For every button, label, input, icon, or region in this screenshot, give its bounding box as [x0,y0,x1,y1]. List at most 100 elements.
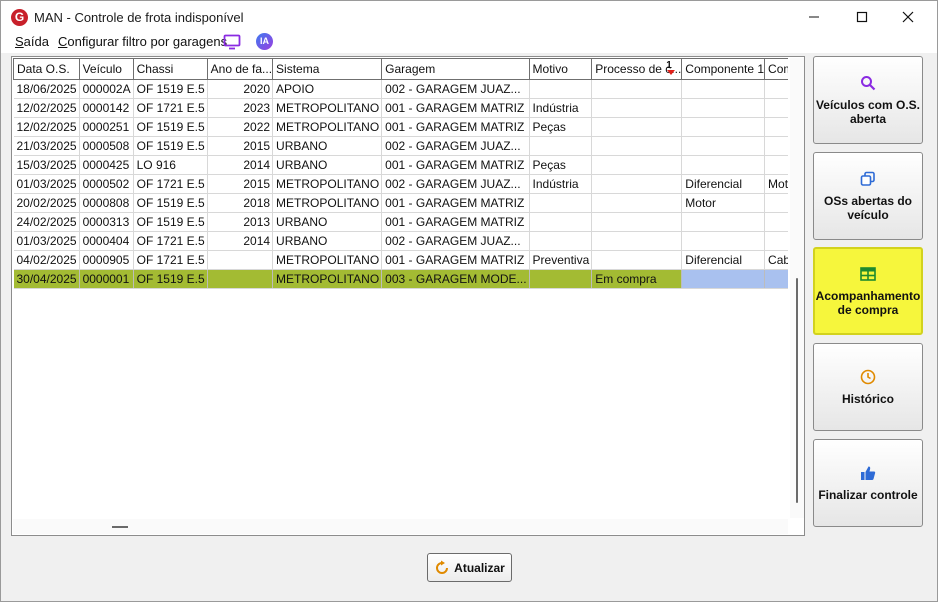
menu-exit[interactable]: Saída [15,34,49,49]
table-cell[interactable]: METROPOLITANO [272,98,383,118]
vertical-scrollbar[interactable] [790,58,804,518]
table-cell[interactable] [591,79,683,99]
table-cell[interactable]: 04/02/2025 [13,250,80,270]
table-cell[interactable] [681,231,766,251]
table-row[interactable]: 18/06/2025 000002A OF 1519 E.5 2020 APOIO 002… [13,79,788,99]
table-cell[interactable]: OF 1519 E.5 [133,117,208,137]
monitor-icon[interactable] [223,34,241,53]
table-cell[interactable]: Diferencial [681,250,766,270]
menu-filter-garages[interactable]: Configurar filtro por garagens [58,34,227,49]
table-cell[interactable]: OF 1519 E.5 [133,193,208,213]
table-cell[interactable]: 002 - GARAGEM JUAZ... [381,174,530,194]
vehicle-open-os-list-button[interactable]: OSs abertas do veículo [813,152,923,240]
table-cell[interactable]: 2018 [207,193,274,213]
close-button[interactable] [885,1,931,33]
table-cell[interactable]: 12/02/2025 [13,117,80,137]
table-cell[interactable]: APOIO [272,79,383,99]
table-cell[interactable]: 002 - GARAGEM JUAZ... [381,231,530,251]
table-cell[interactable]: 001 - GARAGEM MATRIZ [381,98,530,118]
table-cell[interactable]: Cabeçote [764,250,788,270]
table-cell[interactable]: Indústria [529,98,593,118]
table-cell[interactable]: METROPOLITANO [272,117,383,137]
table-cell[interactable] [529,136,593,156]
column-header[interactable]: Veículo [78,58,134,80]
table-cell[interactable]: 21/03/2025 [13,136,80,156]
table-cell[interactable] [591,174,683,194]
table-row[interactable]: 01/03/2025 0000404 OF 1721 E.5 2014 URBANO 00… [13,231,788,251]
purchase-tracking-button[interactable]: Acompanhamento de compra [813,247,923,335]
table-cell[interactable] [529,79,593,99]
table-cell[interactable]: Motor [764,174,788,194]
table-row[interactable]: 04/02/2025 0000905 OF 1721 E.5 METROPOLITAN… [13,250,788,270]
table-row[interactable]: 21/03/2025 0000508 OF 1519 E.5 2015 URBANO 00… [13,136,788,156]
table-cell[interactable] [591,250,683,270]
table-cell[interactable] [764,98,788,118]
column-header[interactable]: Component [764,58,788,80]
table-cell[interactable]: Em compra [591,269,683,289]
vertical-scroll-thumb[interactable] [796,278,798,503]
table-cell[interactable] [681,212,766,232]
table-cell[interactable]: 12/02/2025 [13,98,80,118]
column-header[interactable]: Componente 1 [681,58,766,80]
table-cell[interactable]: 001 - GARAGEM MATRIZ [381,117,530,137]
finish-control-button[interactable]: Finalizar controle [813,439,923,527]
table-cell[interactable]: OF 1721 E.5 [133,231,208,251]
table-cell[interactable]: 001 - GARAGEM MATRIZ [381,250,530,270]
table-cell[interactable]: 0000404 [79,231,134,251]
column-header[interactable]: Data O.S. [13,58,80,80]
table-cell[interactable] [591,136,683,156]
table-cell[interactable] [591,231,683,251]
table-cell[interactable]: OF 1721 E.5 [133,174,208,194]
table-cell[interactable]: 0000905 [79,250,134,270]
table-row[interactable]: 01/03/2025 0000502 OF 1721 E.5 2015 METROPOL… [13,174,788,194]
table-cell[interactable]: 2015 [207,174,274,194]
table-cell[interactable]: OF 1519 E.5 [133,269,208,289]
table-cell[interactable]: 2020 [207,79,274,99]
table-cell[interactable] [764,193,788,213]
table-cell[interactable]: 01/03/2025 [13,174,80,194]
table-cell[interactable]: OF 1519 E.5 [133,136,208,156]
table-cell[interactable] [591,212,683,232]
table-cell[interactable]: 0000425 [79,155,134,175]
table-cell[interactable] [764,136,788,156]
table-row[interactable]: 30/04/2025 0000001 OF 1519 E.5 METROPOLITAN… [13,269,788,289]
table-cell[interactable]: 2023 [207,98,274,118]
table-cell[interactable]: 24/02/2025 [13,212,80,232]
table-cell[interactable]: Preventiva [529,250,593,270]
table-cell[interactable] [529,193,593,213]
table-cell[interactable]: 2022 [207,117,274,137]
refresh-button[interactable]: Atualizar [427,553,512,582]
table-cell[interactable] [681,269,766,289]
vehicles-open-os-button[interactable]: Veículos com O.S. aberta [813,56,923,144]
history-button[interactable]: Histórico [813,343,923,431]
table-cell[interactable]: OF 1519 E.5 [133,212,208,232]
table-cell[interactable] [529,231,593,251]
table-cell[interactable]: LO 916 [133,155,208,175]
table-cell[interactable]: 001 - GARAGEM MATRIZ [381,155,530,175]
table-cell[interactable] [681,79,766,99]
table-cell[interactable]: 0000001 [79,269,134,289]
table-cell[interactable]: 0000808 [79,193,134,213]
table-cell[interactable]: METROPOLITANO [272,250,383,270]
table-cell[interactable] [681,155,766,175]
table-cell[interactable]: 002 - GARAGEM JUAZ... [381,79,530,99]
table-cell[interactable]: URBANO [272,212,383,232]
table-cell[interactable] [529,269,593,289]
column-header[interactable]: Chassi [132,58,208,80]
table-cell[interactable] [764,79,788,99]
table-cell[interactable]: 01/03/2025 [13,231,80,251]
table-row[interactable]: 12/02/2025 0000251 OF 1519 E.5 2022 METROPOL… [13,117,788,137]
table-cell[interactable] [764,269,788,289]
table-cell[interactable]: 001 - GARAGEM MATRIZ [381,193,530,213]
table-cell[interactable]: 0000251 [79,117,134,137]
table-cell[interactable] [529,212,593,232]
table-cell[interactable] [591,155,683,175]
table-cell[interactable] [764,155,788,175]
table-cell[interactable] [591,98,683,118]
table-cell[interactable]: 30/04/2025 [13,269,80,289]
table-cell[interactable] [207,250,274,270]
table-cell[interactable]: URBANO [272,136,383,156]
table-cell[interactable]: URBANO [272,155,383,175]
table-cell[interactable] [591,193,683,213]
horizontal-scroll-thumb[interactable] [112,526,128,528]
